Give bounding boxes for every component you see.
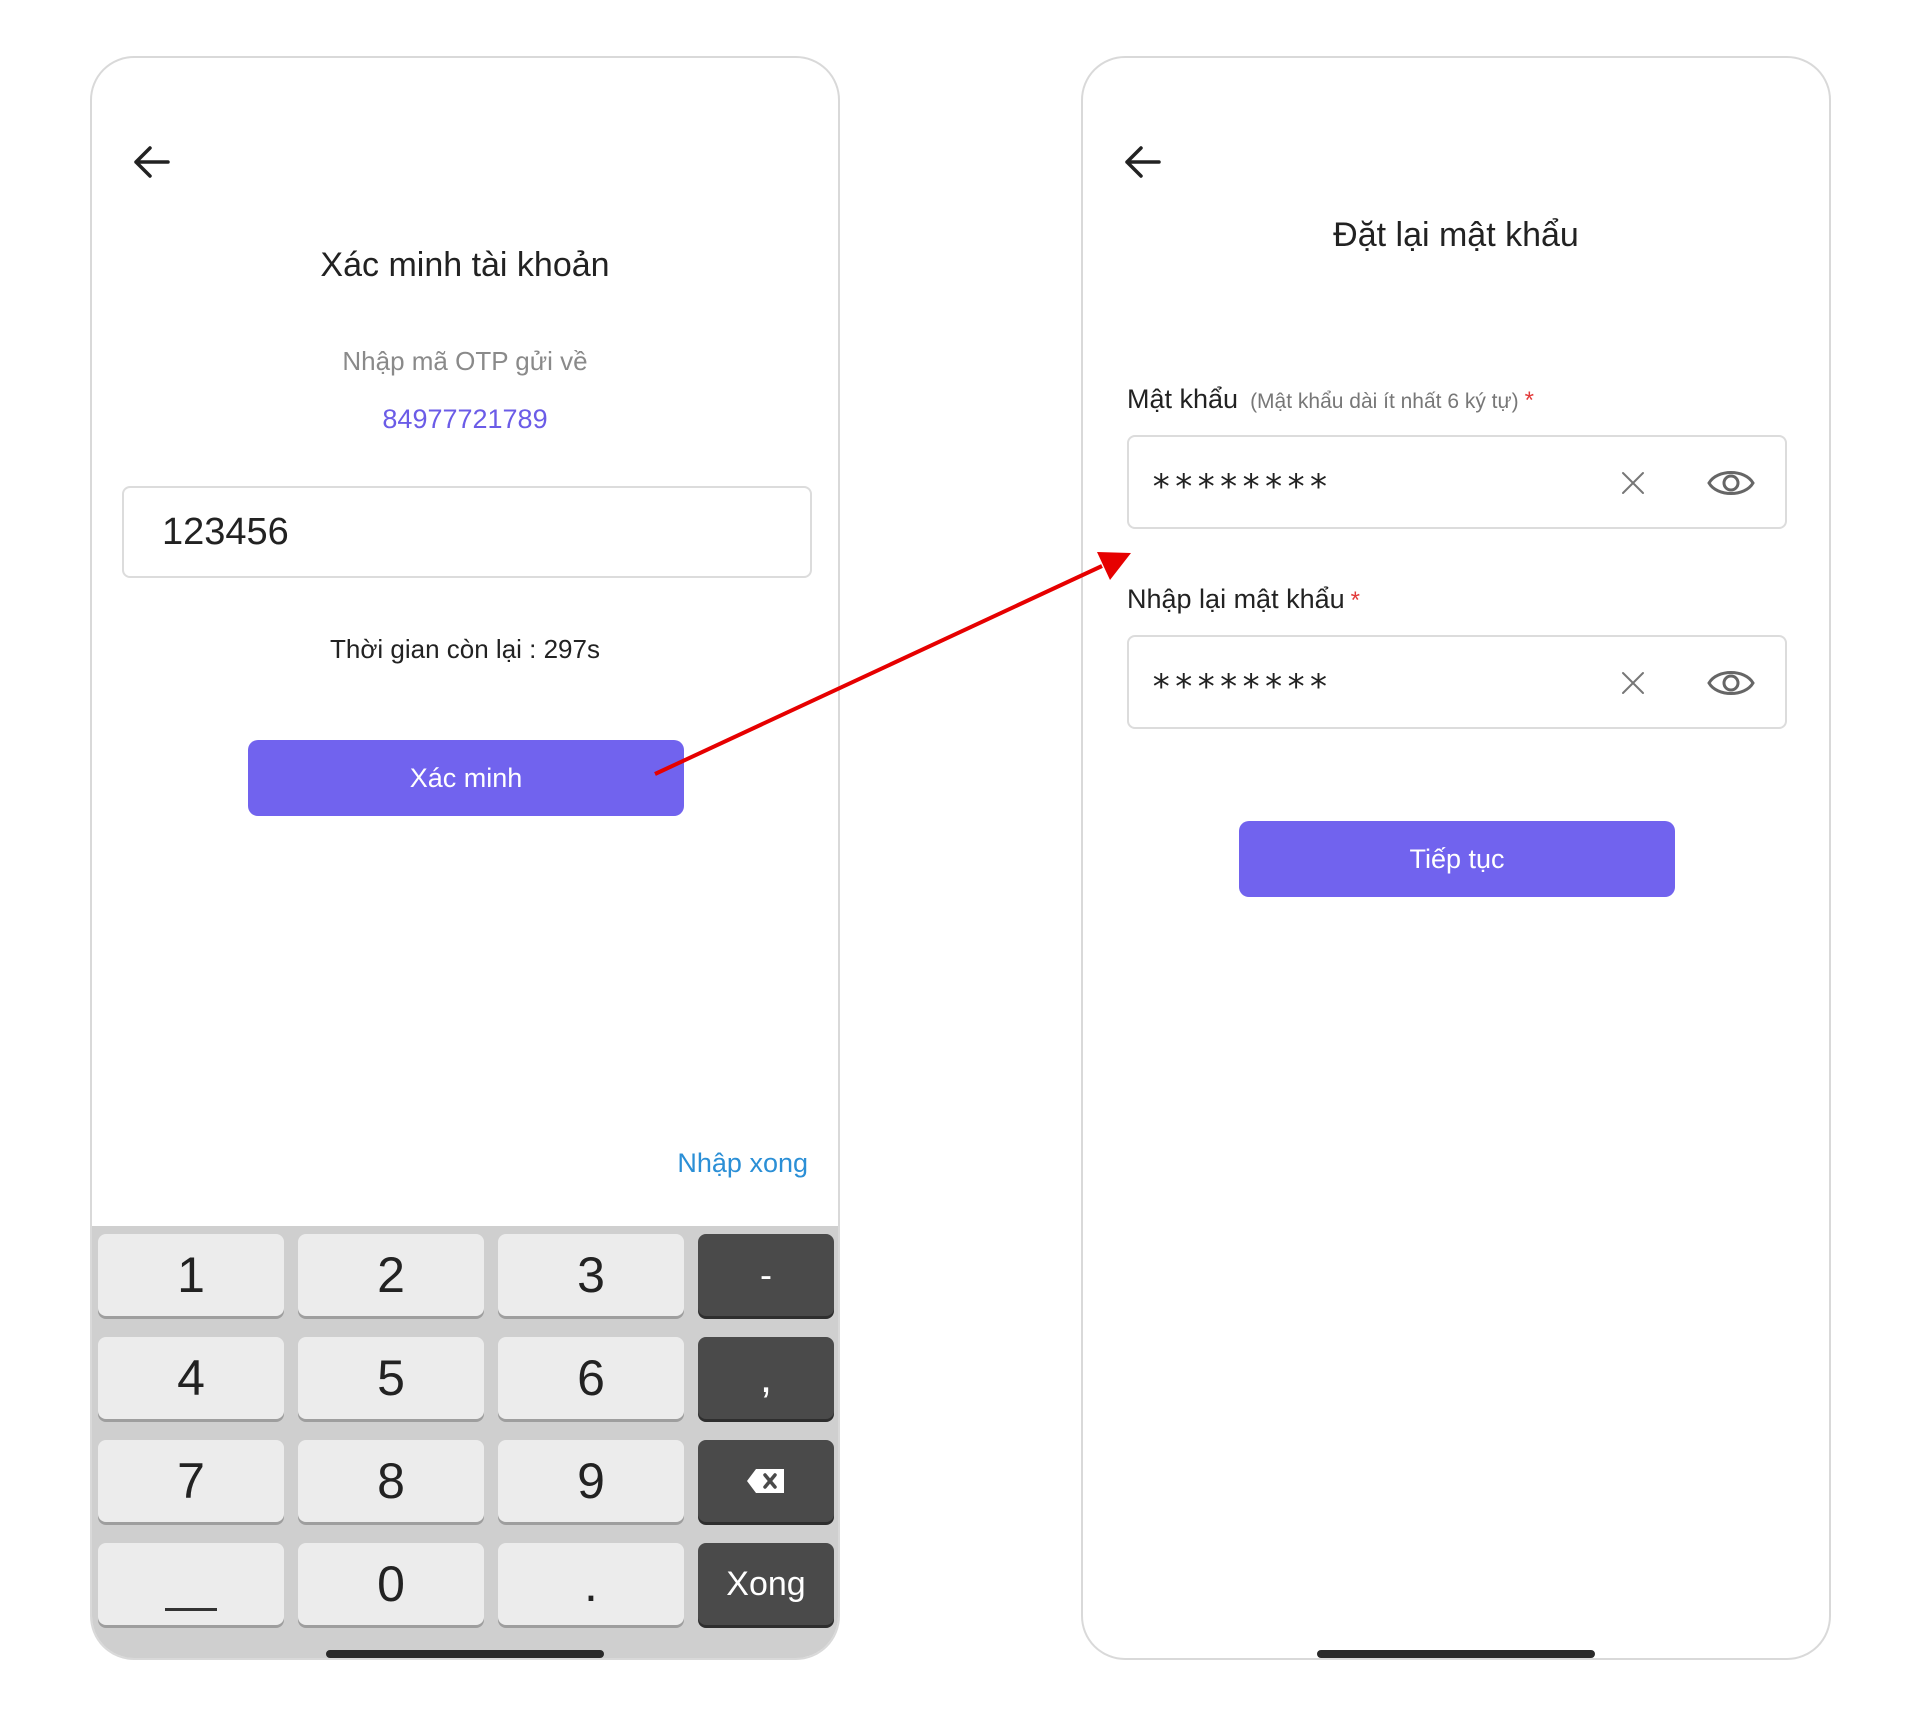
numeric-keyboard: 1 2 3 - 4 5 6 , 7 8 9 0 . Xong: [92, 1226, 838, 1658]
reset-password-screen: Đặt lại mật khẩu Mật khẩu (Mật khẩu dài í…: [1081, 56, 1831, 1660]
back-arrow-icon[interactable]: [1113, 132, 1173, 192]
done-input-link[interactable]: Nhập xong: [677, 1148, 808, 1179]
key-3[interactable]: 3: [498, 1234, 684, 1316]
password-label-row: Mật khẩu (Mật khẩu dài ít nhất 6 ký tự) *: [1127, 384, 1534, 415]
required-marker: *: [1524, 387, 1534, 414]
otp-instruction: Nhập mã OTP gửi về: [342, 346, 588, 376]
otp-verification-screen: Xác minh tài khoản Nhập mã OTP gửi về 84…: [90, 56, 840, 1660]
keyboard-done-button[interactable]: Xong: [698, 1543, 834, 1625]
home-indicator[interactable]: [1317, 1650, 1595, 1658]
password-label: Mật khẩu: [1127, 384, 1239, 414]
clear-icon[interactable]: [1617, 467, 1649, 499]
continue-button[interactable]: Tiếp tục: [1239, 821, 1675, 897]
key-5[interactable]: 5: [298, 1337, 484, 1419]
key-comma[interactable]: ,: [698, 1337, 834, 1419]
key-2[interactable]: 2: [298, 1234, 484, 1316]
verify-button[interactable]: Xác minh: [248, 740, 684, 816]
password-field[interactable]: ********: [1127, 435, 1787, 529]
password-hint: (Mật khẩu dài ít nhất 6 ký tự): [1250, 390, 1519, 413]
page-title: Đặt lại mật khẩu: [1333, 216, 1579, 254]
confirm-label-row: Nhập lại mật khẩu *: [1127, 584, 1360, 615]
key-8[interactable]: 8: [298, 1440, 484, 1522]
password-value: ********: [1151, 467, 1331, 507]
key-backspace[interactable]: [698, 1440, 834, 1522]
phone-number: 84977721789: [382, 404, 548, 434]
back-arrow-icon[interactable]: [122, 132, 182, 192]
home-indicator[interactable]: [326, 1650, 604, 1658]
key-1[interactable]: 1: [98, 1234, 284, 1316]
key-4[interactable]: 4: [98, 1337, 284, 1419]
key-9[interactable]: 9: [498, 1440, 684, 1522]
eye-icon[interactable]: [1707, 463, 1755, 503]
otp-input[interactable]: [122, 486, 812, 578]
confirm-password-field[interactable]: ********: [1127, 635, 1787, 729]
eye-icon[interactable]: [1707, 663, 1755, 703]
confirm-password-label: Nhập lại mật khẩu: [1127, 584, 1345, 614]
page-title: Xác minh tài khoản: [320, 246, 610, 284]
key-space[interactable]: [98, 1543, 284, 1625]
countdown-timer: Thời gian còn lại : 297s: [330, 634, 600, 664]
confirm-password-value: ********: [1151, 667, 1331, 707]
key-0[interactable]: 0: [298, 1543, 484, 1625]
key-period[interactable]: .: [498, 1543, 684, 1625]
space-bar-glyph: [165, 1607, 217, 1611]
key-minus[interactable]: -: [698, 1234, 834, 1316]
backspace-icon: [747, 1469, 784, 1493]
key-7[interactable]: 7: [98, 1440, 284, 1522]
clear-icon[interactable]: [1617, 667, 1649, 699]
key-6[interactable]: 6: [498, 1337, 684, 1419]
required-marker: *: [1350, 587, 1360, 614]
